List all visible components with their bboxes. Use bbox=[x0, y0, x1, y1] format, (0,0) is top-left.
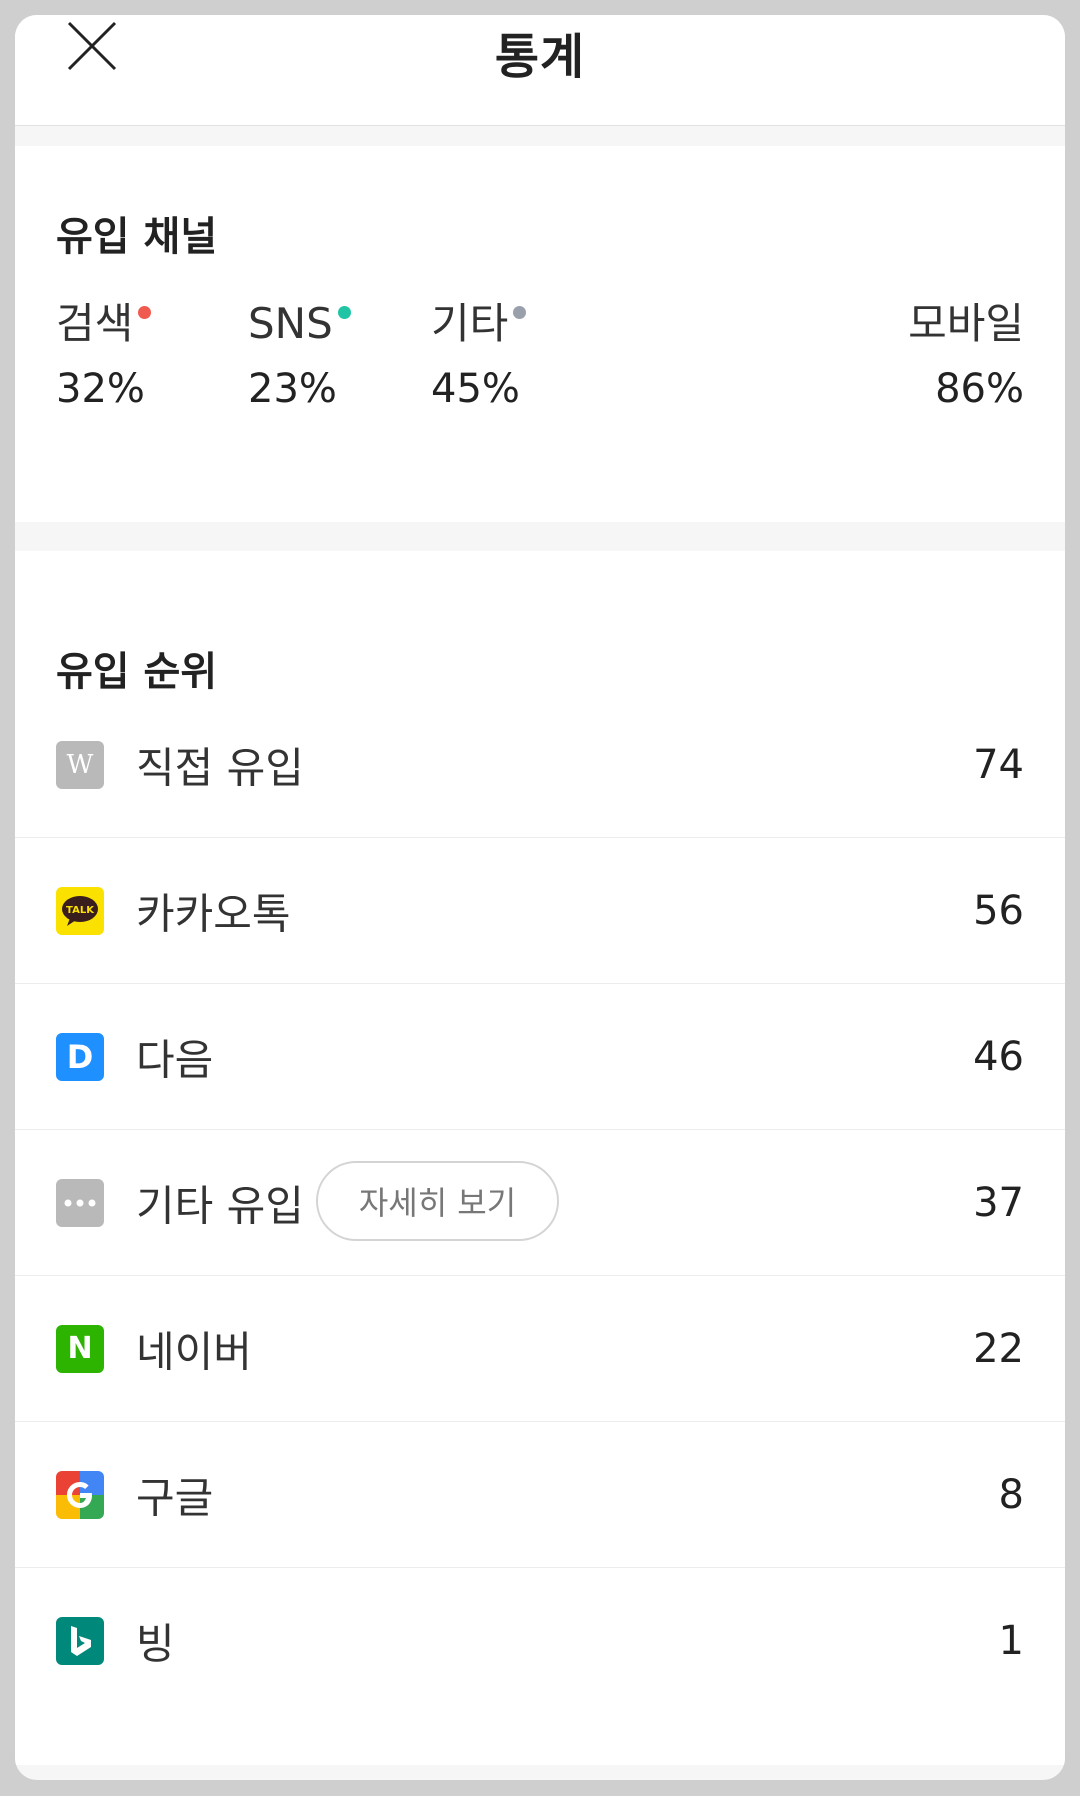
stat-sns-label: SNS bbox=[248, 299, 333, 348]
stat-search-label: 검색 bbox=[56, 299, 134, 348]
view-details-button[interactable]: 자세히 보기 bbox=[316, 1160, 559, 1241]
statistics-sheet: 통계 유입 채널 검색 32% SNS 23% 기타 45% 모바일 86% 유… bbox=[15, 15, 1065, 1780]
ranking-count: 46 bbox=[973, 1033, 1024, 1080]
ranking-label: 네이버 bbox=[136, 1327, 252, 1376]
ranking-row-naver[interactable]: N 네이버 22 bbox=[15, 1276, 1065, 1422]
ranking-label: 직접 유입 bbox=[136, 743, 304, 792]
stat-mobile: 모바일 86% bbox=[908, 298, 1024, 414]
inflow-channels-card: 유입 채널 검색 32% SNS 23% 기타 45% 모바일 86% bbox=[15, 146, 1065, 522]
ranking-label: 다음 bbox=[136, 1035, 214, 1084]
ranking-count: 37 bbox=[973, 1179, 1024, 1226]
channels-title: 유입 채널 bbox=[56, 214, 218, 260]
stat-mobile-value: 86% bbox=[935, 366, 1024, 412]
google-icon bbox=[56, 1470, 104, 1519]
ranking-row-kakaotalk[interactable]: TALK 카카오톡 56 bbox=[15, 838, 1065, 984]
daum-icon: D bbox=[56, 1032, 104, 1081]
more-icon bbox=[56, 1178, 104, 1227]
stat-search: 검색 32% bbox=[56, 298, 152, 414]
page-title: 통계 bbox=[494, 29, 586, 85]
w-icon: W bbox=[56, 740, 104, 789]
naver-icon: N bbox=[56, 1324, 104, 1373]
ranking-label: 카카오톡 bbox=[136, 889, 291, 938]
ranking-count: 22 bbox=[973, 1325, 1024, 1372]
stat-etc-value: 45% bbox=[431, 366, 520, 412]
svg-text:TALK: TALK bbox=[66, 905, 95, 916]
kakaotalk-icon: TALK bbox=[56, 886, 104, 935]
stat-sns-value: 23% bbox=[248, 366, 337, 412]
ranking-row-google[interactable]: 구글 8 bbox=[15, 1422, 1065, 1568]
ranking-count: 74 bbox=[973, 741, 1024, 788]
ranking-row-direct[interactable]: W 직접 유입 74 bbox=[15, 692, 1065, 838]
ranking-count: 1 bbox=[998, 1617, 1024, 1664]
etc-dot-icon bbox=[513, 306, 527, 319]
ranking-count: 56 bbox=[973, 887, 1024, 934]
ranking-title: 유입 순위 bbox=[56, 649, 218, 695]
search-dot-icon bbox=[138, 306, 152, 319]
stat-etc-label: 기타 bbox=[431, 299, 509, 348]
ranking-row-daum[interactable]: D 다음 46 bbox=[15, 984, 1065, 1130]
ranking-row-bing[interactable]: 빙 1 bbox=[15, 1568, 1065, 1713]
ranking-row-etc[interactable]: 기타 유입 자세히 보기 37 bbox=[15, 1130, 1065, 1276]
stat-mobile-label: 모바일 bbox=[908, 299, 1024, 348]
inflow-ranking-card: 유입 순위 W 직접 유입 74 TALK 카카오톡 56 D 다음 46 기타… bbox=[15, 551, 1065, 1765]
ranking-count: 8 bbox=[998, 1471, 1024, 1518]
ranking-label: 기타 유입 bbox=[136, 1181, 304, 1230]
stat-etc: 기타 45% bbox=[431, 298, 527, 414]
stat-search-value: 32% bbox=[56, 366, 145, 412]
ranking-label: 구글 bbox=[136, 1473, 214, 1522]
bing-icon bbox=[56, 1616, 104, 1665]
ranking-label: 빙 bbox=[136, 1619, 175, 1668]
header: 통계 bbox=[15, 15, 1065, 126]
stat-sns: SNS 23% bbox=[248, 298, 351, 414]
sns-dot-icon bbox=[337, 306, 351, 319]
